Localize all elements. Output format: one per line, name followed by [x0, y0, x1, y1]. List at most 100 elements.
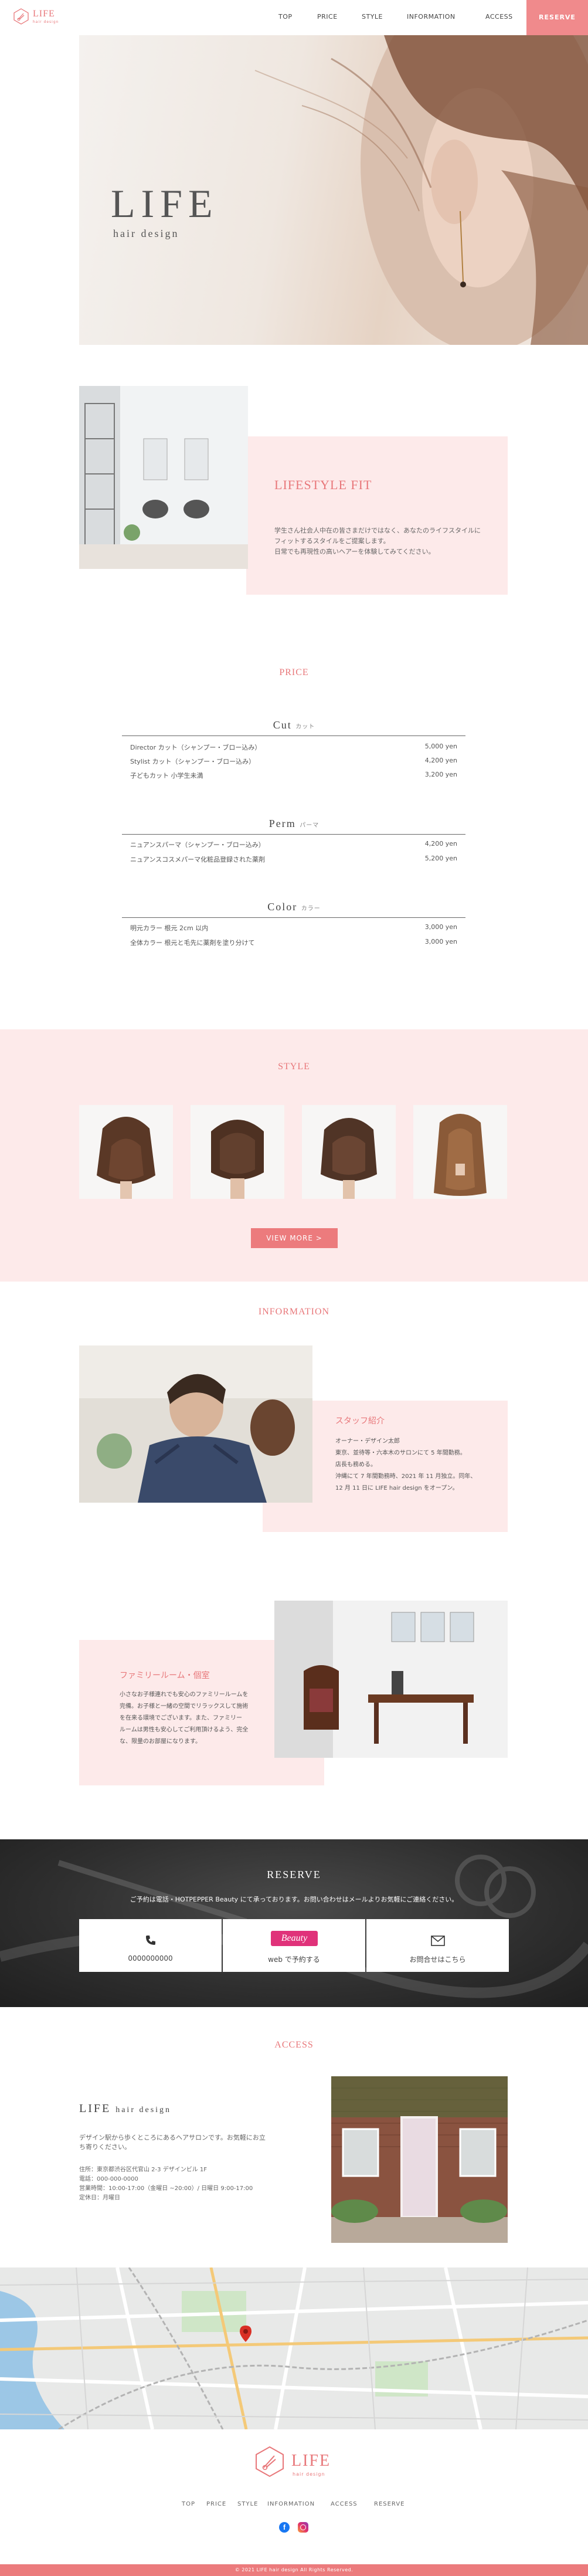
staff-text-line: オーナー・デザイン太郎	[335, 1438, 400, 1445]
staff-photo	[79, 1345, 312, 1503]
category-name: Color	[267, 901, 298, 913]
nav-top[interactable]: TOP	[278, 13, 293, 21]
category-name: Perm	[268, 818, 296, 829]
mail-icon	[431, 1936, 445, 1946]
category-sub: パーマ	[300, 822, 320, 829]
price-category-cut: Cut カット	[0, 719, 588, 731]
price-item-price: 3,000 yen	[424, 938, 457, 945]
price-item-price: 3,000 yen	[424, 923, 457, 931]
map-pin-icon	[240, 2326, 251, 2342]
staff-title: スタッフ紹介	[335, 1416, 385, 1426]
access-name-sub: hair design	[115, 2106, 172, 2114]
site-header: LIFE hair design TOP PRICE STYLE INFORMA…	[0, 0, 588, 35]
nav-access[interactable]: ACCESS	[485, 13, 513, 21]
footer-nav-price[interactable]: PRICE	[206, 2501, 226, 2507]
logo-icon[interactable]	[13, 8, 29, 25]
access-title: ACCESS	[274, 2040, 314, 2050]
reserve-web-card[interactable]: Beauty web で予約する	[223, 1919, 365, 1972]
price-item-price: 5,200 yen	[424, 855, 457, 862]
access-intro-line: ち寄りください。	[79, 2143, 131, 2151]
reserve-mail-label: お問合せはこちら	[409, 1955, 466, 1964]
price-title: PRICE	[279, 667, 309, 677]
price-category-color: Color カラー	[0, 901, 588, 913]
footer-nav-reserve[interactable]: RESERVE	[374, 2501, 405, 2507]
price-category-perm: Perm パーマ	[0, 818, 588, 830]
divider	[122, 735, 465, 736]
footer-logo-icon[interactable]	[254, 2446, 285, 2477]
access-phone: 電話：000-000-0000	[79, 2176, 138, 2182]
price-item-name: 子どもカット 小学生未満	[130, 772, 203, 779]
phone-icon	[146, 1936, 155, 1945]
price-item-name: ニュアンスパーマ（シャンプー・ブロー込み）	[130, 841, 265, 849]
footer-nav-style[interactable]: STYLE	[237, 2501, 258, 2507]
hero-subtitle: hair design	[113, 228, 179, 239]
nav-price[interactable]: PRICE	[317, 13, 338, 21]
instagram-icon[interactable]	[298, 2522, 308, 2533]
about-text-line: 日常でも再現性の高いヘアーを体験してみてください。	[274, 548, 435, 555]
price-item-price: 4,200 yen	[424, 757, 457, 764]
style-photo[interactable]	[302, 1105, 396, 1199]
family-room-text-line: 完備。お子様と一緒の空間でリラックスして施術	[120, 1703, 249, 1710]
footer-nav-access[interactable]: ACCESS	[331, 2501, 358, 2507]
access-name-main: LIFE	[79, 2102, 111, 2115]
family-room-text-line: ルームは男性も安心してご利用頂けるよう、完全	[120, 1727, 249, 1733]
staff-text-line: 沖縄にて 7 年間勤務時、2021 年 11 月独立。同年、	[335, 1473, 477, 1480]
price-item-price: 5,000 yen	[424, 743, 457, 750]
price-item-name: Stylist カット（シャンプー・ブロー込み）	[130, 758, 256, 765]
about-text-line: フィットするスタイルをご提案します。	[274, 537, 390, 545]
staff-text-line: 店長も務める。	[335, 1462, 376, 1468]
nav-information[interactable]: INFORMATION	[407, 13, 456, 21]
copyright: © 2021 LIFE hair design All Rights Reser…	[0, 2564, 588, 2576]
reserve-text: ご予約は電話・HOTPEPPER Beauty にて承っております。お問い合わせ…	[130, 1896, 458, 1903]
footer-nav-information[interactable]: INFORMATION	[267, 2501, 315, 2507]
price-item-price: 3,200 yen	[424, 771, 457, 778]
hero-image: LIFE hair design	[79, 35, 588, 345]
access-address: 住所：東京都渋谷区代官山 2-3 デザインビル 1F	[79, 2167, 207, 2173]
google-map[interactable]	[0, 2267, 588, 2429]
salon-interior-photo	[79, 386, 248, 569]
access-salon-name: LIFE hair design	[79, 2102, 171, 2116]
about-title: LIFESTYLE FIT	[274, 477, 372, 492]
reserve-web-label: web で予約する	[268, 1955, 320, 1964]
category-sub: カット	[295, 724, 315, 730]
footer-logo-subtext: hair design	[293, 2472, 325, 2477]
style-title: STYLE	[278, 1062, 310, 1072]
family-room-photo	[274, 1601, 508, 1758]
access-intro-line: デザイン駅から歩くところにあるヘアサロンです。お気軽にお立	[79, 2134, 266, 2141]
logo-subtext: hair design	[33, 20, 59, 24]
reserve-phone-card[interactable]: 0000000000	[79, 1919, 222, 1972]
footer-nav-top[interactable]: TOP	[182, 2501, 195, 2507]
family-room-title: ファミリールーム・個室	[120, 1671, 210, 1680]
access-hours: 営業時間：10:00-17:00（金曜日 ~20:00）/ 日曜日 9:00-1…	[79, 2185, 253, 2192]
style-photo[interactable]	[191, 1105, 284, 1199]
price-item-price: 4,200 yen	[424, 840, 457, 848]
salon-exterior-photo	[331, 2076, 508, 2243]
family-room-text-line: を在来る環境でございます。また、ファミリー	[120, 1715, 242, 1721]
beauty-logo-icon: Beauty	[271, 1931, 318, 1946]
access-holiday: 定休日：月曜日	[79, 2195, 120, 2201]
family-room-text-line: 小さなお子様連れでも安心のファミリールームを	[120, 1692, 249, 1698]
price-item-name: 全体カラー 根元と毛先に薬剤を塗り分けて	[130, 939, 255, 947]
family-room-text-line: な、限量のお部屋になります。	[120, 1738, 201, 1745]
about-text-line: 学生さん社会人中在の皆さまだけではなく、あなたのライフスタイルに	[274, 527, 481, 534]
footer-logo-text[interactable]: LIFE	[291, 2452, 331, 2470]
reserve-mail-card[interactable]: お問合せはこちら	[366, 1919, 509, 1972]
style-photo[interactable]	[79, 1105, 173, 1199]
price-item-name: 明元カラー 根元 2cm 以内	[130, 924, 209, 932]
staff-text-line: 東京、並待等・六本木のサロンにて 5 年間勤務。	[335, 1450, 466, 1456]
price-item-name: ニュアンスコスメパーマ化粧品登録された薬剤	[130, 856, 266, 863]
divider	[122, 917, 465, 918]
hero-title: LIFE	[111, 181, 219, 226]
nav-style[interactable]: STYLE	[362, 13, 383, 21]
reserve-title: RESERVE	[267, 1869, 321, 1880]
price-item-name: Director カット（シャンプー・ブロー込み）	[130, 744, 261, 751]
view-more-button[interactable]: VIEW MORE >	[251, 1228, 338, 1248]
facebook-icon[interactable]: f	[279, 2522, 290, 2533]
category-sub: カラー	[301, 906, 321, 912]
logo-text[interactable]: LIFE	[33, 9, 55, 19]
nav-reserve-button[interactable]: RESERVE	[526, 0, 588, 35]
staff-text-line: 12 月 11 日に LIFE hair design をオープン。	[335, 1485, 458, 1492]
reserve-phone-number: 0000000000	[128, 1954, 173, 1962]
about-card	[246, 436, 508, 595]
style-photo[interactable]	[413, 1105, 507, 1199]
